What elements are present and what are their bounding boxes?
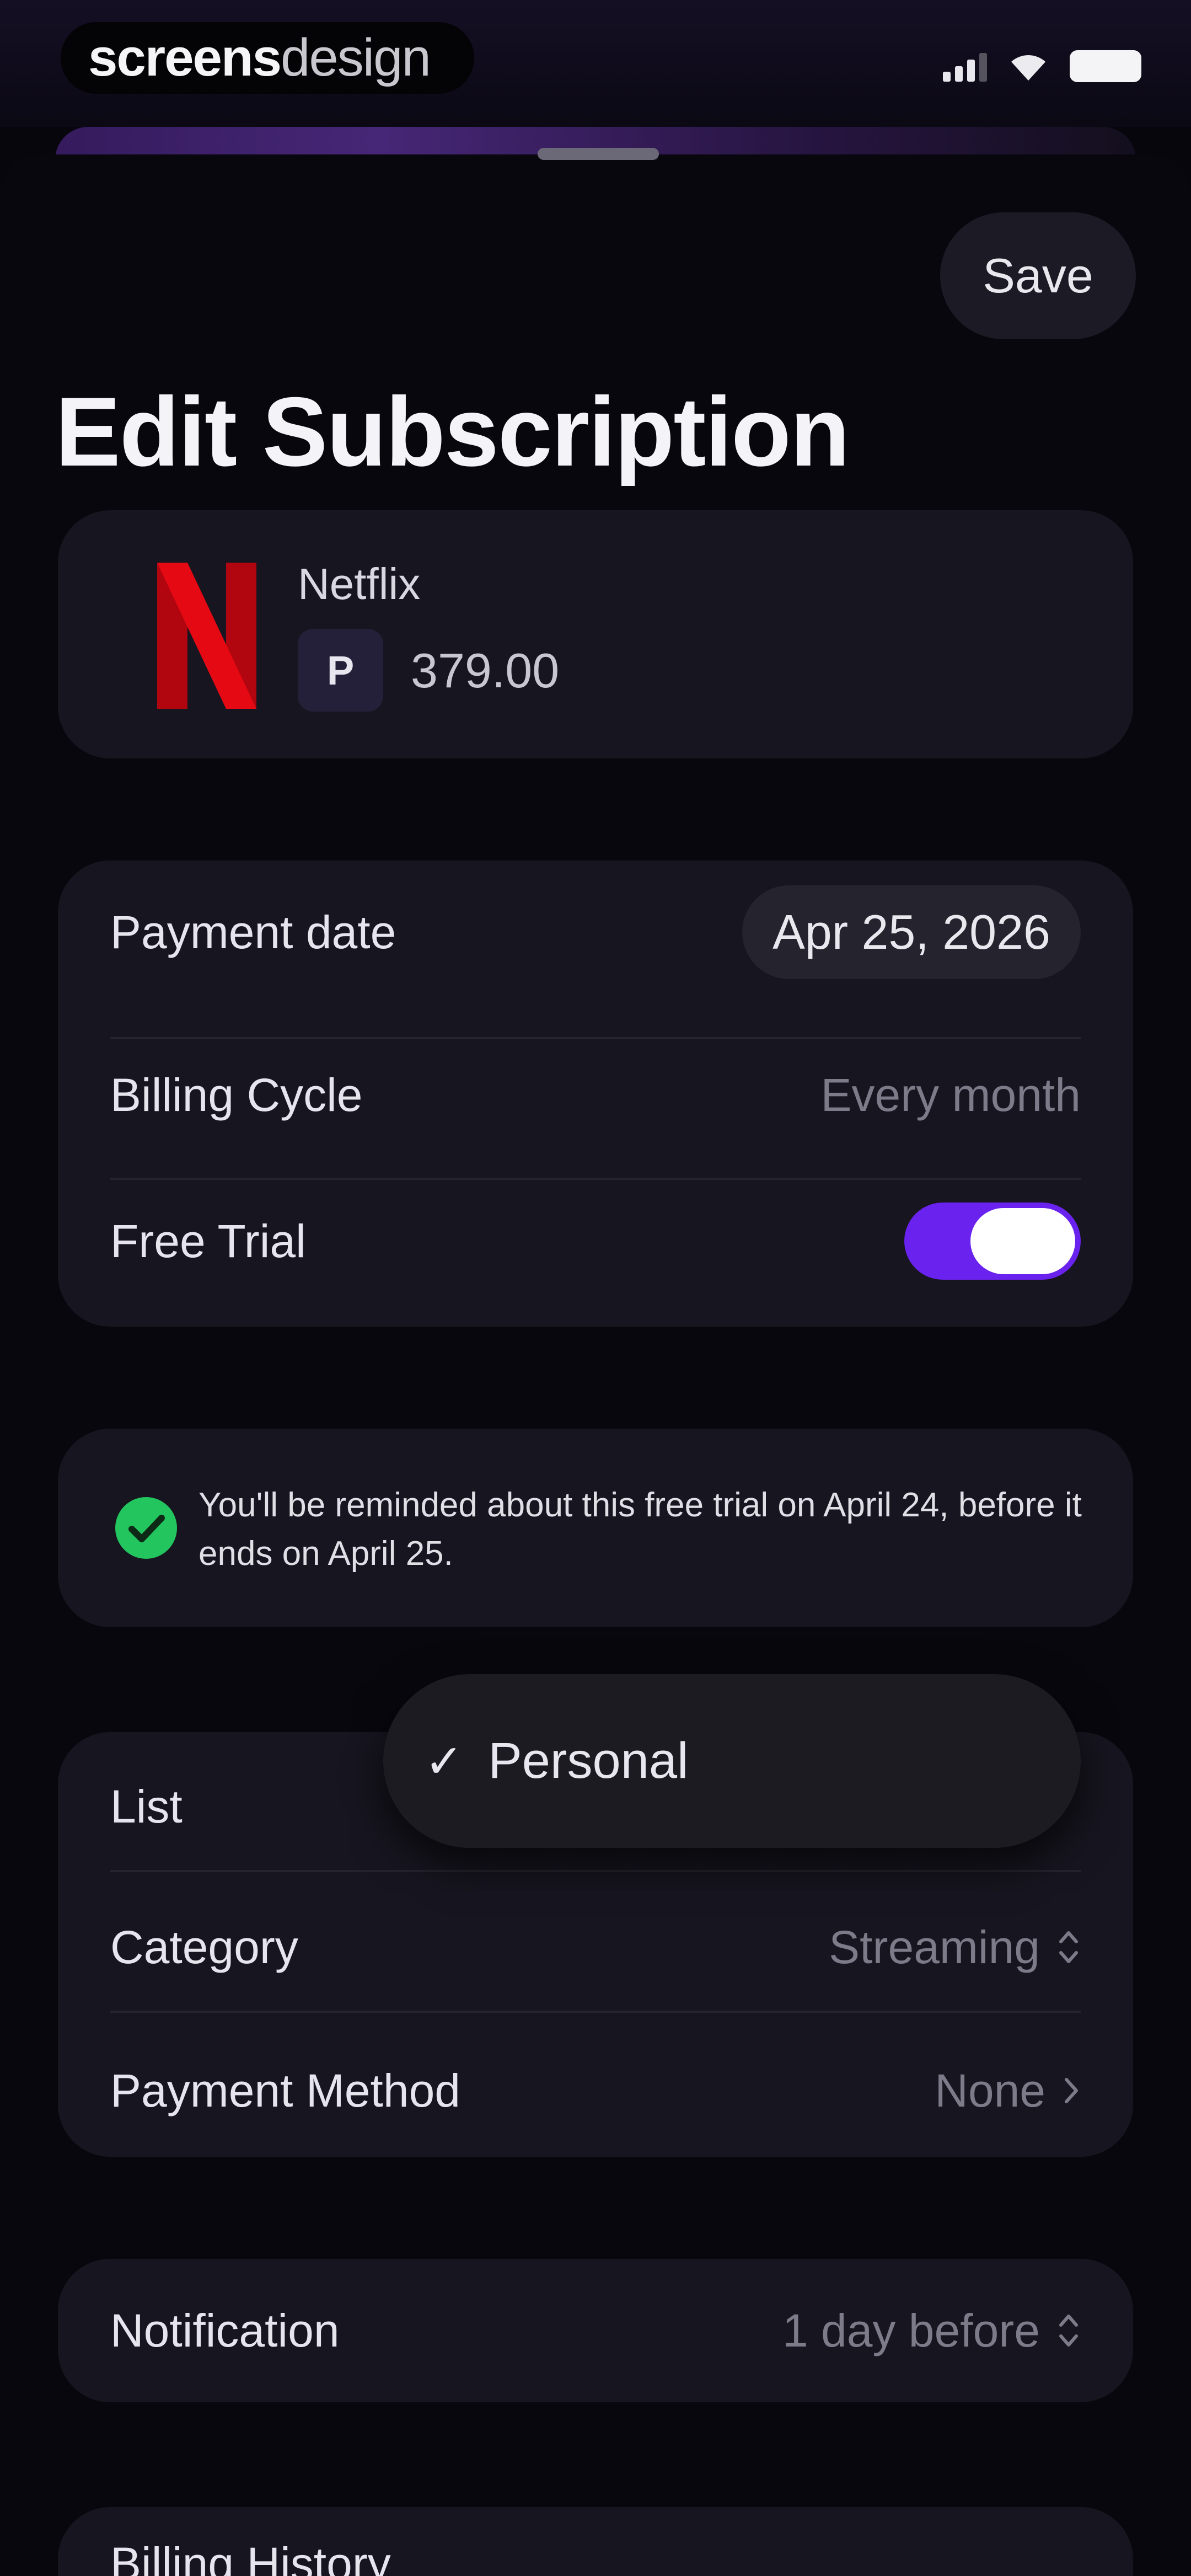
menu-item-personal[interactable]: Personal	[488, 1732, 688, 1790]
category-value: Streaming	[829, 1921, 1040, 1973]
edit-subscription-screen: screens design Save Edit Subscription Net…	[0, 0, 1191, 2576]
check-circle-icon	[115, 1497, 177, 1559]
divider	[110, 1870, 1081, 1872]
payment-date-picker[interactable]: Apr 25, 2026	[742, 885, 1081, 979]
billing-cycle-row[interactable]: Billing Cycle Every month	[58, 1040, 1133, 1150]
divider	[110, 1037, 1081, 1039]
free-trial-row: Free Trial	[58, 1186, 1133, 1296]
brand-watermark: screens design	[61, 22, 474, 94]
reminder-text: You'll be reminded about this free trial…	[198, 1486, 1082, 1573]
billing-history-card[interactable]: Billing History	[58, 2507, 1133, 2576]
service-name[interactable]: Netflix	[298, 559, 420, 610]
wifi-icon	[1009, 51, 1048, 82]
notification-value: 1 day before	[782, 2304, 1040, 2356]
free-trial-label: Free Trial	[110, 1215, 306, 1267]
status-bar: screens design	[0, 0, 1191, 127]
status-icons	[943, 44, 1141, 88]
page-title: Edit Subscription	[55, 377, 850, 487]
price-input[interactable]: 379.00	[411, 643, 559, 699]
payment-method-row[interactable]: Payment Method None	[58, 2035, 1133, 2146]
notification-card: Notification 1 day before	[58, 2259, 1133, 2402]
payment-method-value: None	[935, 2064, 1045, 2117]
save-button[interactable]: Save	[940, 212, 1136, 339]
free-trial-toggle[interactable]	[904, 1203, 1081, 1280]
category-select[interactable]: Streaming	[829, 1921, 1081, 1974]
cellular-signal-icon	[943, 51, 987, 82]
category-label: Category	[110, 1921, 298, 1973]
billing-cycle-value[interactable]: Every month	[820, 1068, 1081, 1122]
checkmark-icon: ✓	[425, 1735, 464, 1787]
details-card: Payment date Apr 25, 2026 Billing Cycle …	[58, 861, 1133, 1327]
currency-badge[interactable]: P	[298, 629, 383, 712]
reminder-card: You'll be reminded about this free trial…	[58, 1429, 1133, 1627]
brand-light: design	[280, 28, 431, 87]
list-label: List	[110, 1780, 183, 1832]
service-card[interactable]: Netflix P 379.00	[58, 510, 1133, 758]
notification-label: Notification	[110, 2304, 340, 2356]
battery-icon	[1070, 50, 1141, 82]
chevron-right-icon	[1065, 2078, 1078, 2103]
billing-history-label: Billing History	[110, 2538, 391, 2576]
notification-row[interactable]: Notification 1 day before	[58, 2275, 1133, 2386]
billing-cycle-label: Billing Cycle	[110, 1068, 363, 1121]
divider	[110, 1178, 1081, 1180]
netflix-logo-icon	[157, 563, 256, 709]
payment-date-label: Payment date	[110, 906, 396, 958]
list-popover-menu: ✓ Personal	[383, 1674, 1081, 1848]
brand-bold: screens	[88, 28, 282, 87]
chevron-up-down-icon	[1059, 2315, 1078, 2347]
payment-date-row[interactable]: Payment date Apr 25, 2026	[58, 877, 1133, 987]
sheet-grabber[interactable]	[538, 148, 659, 160]
divider	[110, 2011, 1081, 2013]
category-row[interactable]: Category Streaming	[58, 1892, 1133, 2002]
payment-method-value-group[interactable]: None	[935, 2064, 1081, 2118]
notification-select[interactable]: 1 day before	[782, 2304, 1081, 2358]
payment-method-label: Payment Method	[110, 2064, 461, 2117]
toggle-knob	[970, 1208, 1075, 1274]
chevron-up-down-icon	[1059, 1931, 1078, 1963]
